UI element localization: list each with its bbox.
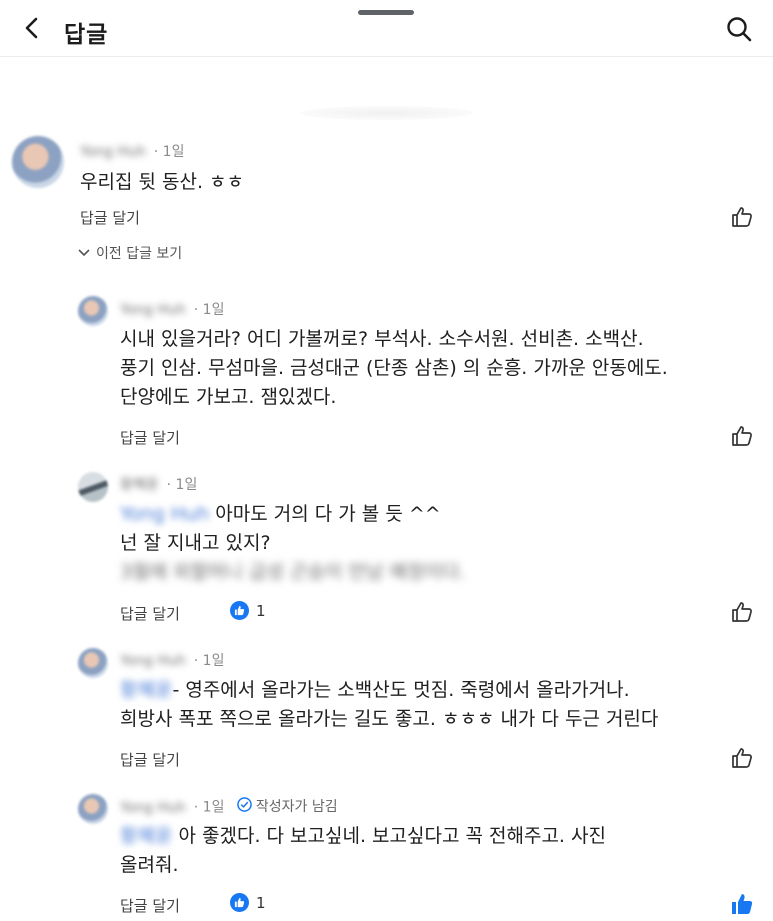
- reply-button[interactable]: 답글 달기: [120, 749, 180, 770]
- comment-line: 시내 있을거라? 어디 가볼꺼로? 부석사. 소수서원. 선비촌. 소백산.: [120, 328, 644, 350]
- back-arrow-icon[interactable]: [18, 14, 46, 42]
- like-reaction-icon: [230, 893, 249, 912]
- reply-button[interactable]: 답글 달기: [120, 603, 180, 624]
- comment-text: 황혜윤 아 좋겠다. 다 보고싶네. 보고싶다고 꼭 전해주고. 사진 올려줘.: [120, 822, 606, 880]
- comment-time: 1일: [202, 653, 225, 669]
- view-previous-replies-label: 이전 답글 보기: [96, 246, 183, 262]
- mention-tag[interactable]: 황혜윤: [120, 679, 172, 701]
- comment-time: 1일: [202, 302, 225, 318]
- thumbs-up-icon[interactable]: [730, 600, 756, 626]
- thumbs-up-icon[interactable]: [730, 424, 756, 450]
- comment-line-text: 아마도 거의 다 가 볼 듯 ^^: [215, 503, 441, 525]
- comment-text: 시내 있을거라? 어디 가볼꺼로? 부석사. 소수서원. 선비촌. 소백산. 풍…: [120, 325, 668, 412]
- reaction-count: 1: [256, 601, 266, 620]
- reply-button[interactable]: 답글 달기: [120, 427, 180, 448]
- comment-meta: Yong Huh · 1일: [120, 653, 225, 669]
- author-badge: 작성자가 남김: [237, 796, 338, 816]
- comment-meta: Yong Huh · 1일: [80, 144, 185, 160]
- comment-line: 단양에도 가보고. 잼있겠다.: [120, 386, 337, 408]
- thumbs-up-icon[interactable]: [730, 205, 756, 231]
- author-name[interactable]: Yong Huh: [120, 302, 186, 318]
- mention-tag[interactable]: Yong Huh: [120, 503, 209, 525]
- avatar[interactable]: [12, 136, 64, 188]
- author-name[interactable]: 황혜윤: [120, 474, 159, 494]
- comment-line: Yong Huh 아마도 거의 다 가 볼 듯 ^^: [120, 500, 466, 529]
- comment-time: 1일: [162, 144, 185, 160]
- avatar[interactable]: [78, 794, 108, 824]
- comment-text: Yong Huh 아마도 거의 다 가 볼 듯 ^^ 넌 잘 지내고 있지? 3…: [120, 500, 466, 587]
- comment-line: 희방사 폭포 쪽으로 올라가는 길도 좋고. ㅎㅎㅎ 내가 다 두근 거린다: [120, 708, 659, 730]
- comment-line: 풍기 인삼. 무섬마을. 금성대군 (단종 삼촌) 의 순흥. 가까운 안동에도…: [120, 357, 668, 379]
- reaction-summary[interactable]: 1: [230, 601, 266, 620]
- comment-line-text: - 영주에서 올라가는 소백산도 멋짐. 죽령에서 올라가거나.: [172, 679, 630, 701]
- comment-text: 우리집 뒷 동산. ㅎㅎ: [80, 168, 244, 197]
- comment-line: 넌 잘 지내고 있지?: [120, 532, 271, 554]
- view-previous-replies-button[interactable]: 이전 답글 보기: [78, 243, 182, 263]
- page-title: 답글: [64, 22, 109, 48]
- thumbs-up-icon[interactable]: [730, 746, 756, 772]
- reply-button[interactable]: 답글 달기: [120, 895, 180, 916]
- top-bar: 답글: [0, 0, 773, 57]
- comment-meta: 황혜윤 · 1일: [120, 474, 197, 494]
- avatar[interactable]: [78, 648, 108, 678]
- comment-line: 올려줘.: [120, 854, 179, 876]
- like-reaction-icon: [230, 601, 249, 620]
- comment-line: 황혜윤 아 좋겠다. 다 보고싶네. 보고싶다고 꼭 전해주고. 사진: [120, 822, 606, 851]
- comment-time: 1일: [202, 799, 225, 816]
- reply-button[interactable]: 답글 달기: [80, 207, 140, 228]
- comment-text: 황혜윤- 영주에서 올라가는 소백산도 멋짐. 죽령에서 올라가거나. 희방사 …: [120, 676, 658, 734]
- comment-line: 우리집 뒷 동산. ㅎㅎ: [80, 171, 244, 193]
- mention-tag[interactable]: 황혜윤: [120, 825, 172, 847]
- chevron-down-icon: [78, 245, 90, 261]
- avatar[interactable]: [78, 472, 108, 502]
- author-badge-icon: [237, 796, 252, 816]
- comment-meta: Yong Huh · 1일: [120, 302, 225, 318]
- reaction-count: 1: [256, 893, 266, 912]
- author-name[interactable]: Yong Huh: [80, 144, 146, 160]
- comment-time: 1일: [175, 477, 198, 493]
- search-icon[interactable]: [724, 14, 754, 44]
- author-badge-label: 작성자가 남김: [255, 799, 338, 815]
- thumbs-up-icon-liked[interactable]: [730, 892, 756, 918]
- author-name[interactable]: Yong Huh: [120, 653, 186, 669]
- comment-line-text: 아 좋겠다. 다 보고싶네. 보고싶다고 꼭 전해주고. 사진: [172, 825, 606, 847]
- blurred-comment-line: 3월에 외할머니 급성 곤승이 만남 예정이다.: [120, 561, 466, 583]
- scroll-shadow: [300, 106, 473, 120]
- reaction-summary[interactable]: 1: [230, 893, 266, 912]
- comment-line: 황혜윤- 영주에서 올라가는 소백산도 멋짐. 죽령에서 올라가거나.: [120, 676, 658, 705]
- avatar[interactable]: [78, 296, 108, 326]
- comment-meta: Yong Huh · 1일 작성자가 남김: [120, 796, 338, 817]
- author-name[interactable]: Yong Huh: [120, 800, 186, 816]
